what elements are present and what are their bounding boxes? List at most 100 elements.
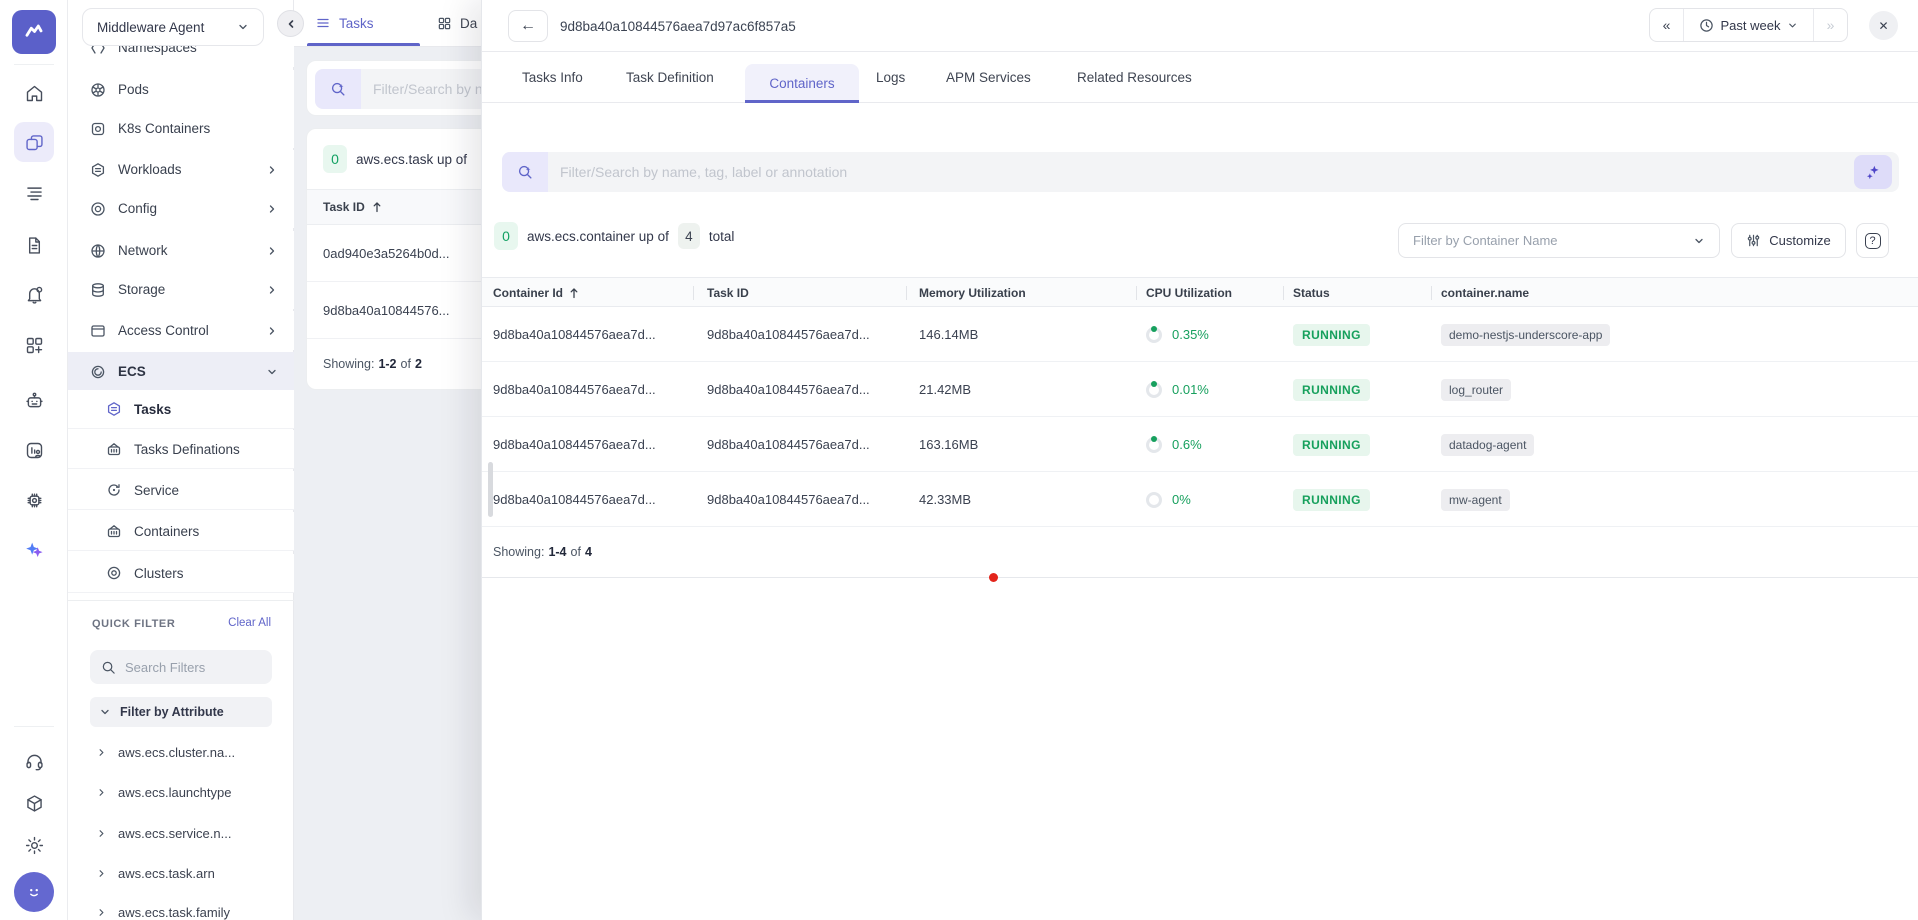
sidebar-item-network[interactable]: Network xyxy=(68,231,294,270)
sidebar-item-pods[interactable]: Pods xyxy=(68,70,294,109)
column-header-task-id[interactable]: Task ID xyxy=(707,278,749,308)
column-separator xyxy=(1431,286,1432,300)
cpu-donut-gauge xyxy=(1146,382,1162,398)
attribute-label: aws.ecs.cluster.na... xyxy=(118,745,235,760)
infrastructure-containers-icon[interactable] xyxy=(14,122,54,162)
logs-list-icon[interactable] xyxy=(14,172,54,212)
column-header-status[interactable]: Status xyxy=(1293,278,1330,308)
select-placeholder: Filter by Container Name xyxy=(1413,233,1558,248)
sidebar-item-workloads[interactable]: Workloads xyxy=(68,150,294,189)
cpu-value: 0.6% xyxy=(1172,437,1202,452)
status-cell: RUNNING xyxy=(1293,362,1370,417)
task-id-cell: 9d8ba40a10844576aea7d... xyxy=(707,472,870,527)
column-header-memory[interactable]: Memory Utilization xyxy=(919,278,1026,308)
close-icon: ✕ xyxy=(1878,19,1888,33)
sidebar-item-containers[interactable]: Containers xyxy=(68,512,294,551)
attribute-item[interactable]: aws.ecs.launchtype xyxy=(68,778,294,806)
container-id-cell: 9d8ba40a10844576aea7d... xyxy=(493,472,656,527)
tab-tasks[interactable]: Tasks xyxy=(315,0,374,46)
middleware-logo[interactable] xyxy=(12,10,56,54)
processor-chip-icon[interactable] xyxy=(14,480,54,520)
filter-by-container-name-select[interactable]: Filter by Container Name xyxy=(1398,223,1720,258)
container-row[interactable]: 9d8ba40a10844576aea7d... 9d8ba40a1084457… xyxy=(482,472,1918,527)
customize-label: Customize xyxy=(1769,233,1830,248)
tab-dashboard[interactable]: Da xyxy=(437,0,477,46)
tab-apm-services[interactable]: APM Services xyxy=(946,52,1031,102)
sidebar-item-ecs[interactable]: ECS xyxy=(68,352,294,391)
list-icon xyxy=(315,15,331,31)
bot-assistant-icon[interactable] xyxy=(14,380,54,420)
tab-related-resources[interactable]: Related Resources xyxy=(1077,52,1192,102)
sidebar-item-clusters[interactable]: Clusters xyxy=(68,554,294,593)
sidebar-item-label: Tasks xyxy=(134,402,171,417)
tab-task-definition[interactable]: Task Definition xyxy=(626,52,714,102)
customize-button[interactable]: Customize xyxy=(1731,223,1846,258)
ai-sparkle-icon[interactable] xyxy=(14,530,54,570)
tab-tasks-info[interactable]: Tasks Info xyxy=(522,52,583,102)
attribute-item[interactable]: aws.ecs.task.arn xyxy=(68,859,294,887)
chevron-right-icon xyxy=(266,245,278,257)
close-panel-button[interactable]: ✕ xyxy=(1869,11,1898,40)
sidebar-item-label: Containers xyxy=(134,524,199,539)
help-button[interactable]: ? xyxy=(1856,223,1889,258)
workspace-dropdown[interactable]: Middleware Agent xyxy=(82,8,264,46)
document-icon[interactable] xyxy=(14,225,54,265)
tasks-count-text: aws.ecs.task up of xyxy=(356,152,467,167)
containers-search-input[interactable]: Filter/Search by name, tag, label or ann… xyxy=(502,152,1899,192)
status-badge: RUNNING xyxy=(1293,489,1370,511)
search-filters-input[interactable]: Search Filters xyxy=(90,650,272,684)
alerts-bell-icon[interactable] xyxy=(14,274,54,314)
chevron-right-icon xyxy=(266,325,278,337)
sidebar-item-tasks-definations[interactable]: Tasks Definations xyxy=(68,430,294,469)
time-next-button[interactable]: » xyxy=(1813,9,1847,41)
sidebar-item-access-control[interactable]: Access Control xyxy=(68,311,294,350)
sidebar-item-label: Pods xyxy=(118,82,149,97)
sidebar-item-storage[interactable]: Storage xyxy=(68,270,294,309)
container-row[interactable]: 9d8ba40a10844576aea7d... 9d8ba40a1084457… xyxy=(482,417,1918,472)
sidebar-item-service[interactable]: Service xyxy=(68,471,294,510)
status-badge: RUNNING xyxy=(1293,434,1370,456)
column-label: CPU Utilization xyxy=(1146,286,1232,300)
back-button[interactable]: ← xyxy=(508,10,548,42)
column-separator xyxy=(906,286,907,300)
sidebar-collapse-button[interactable] xyxy=(277,10,304,37)
task-id-cell: 9d8ba40a10844576aea7d... xyxy=(707,417,870,472)
section-divider xyxy=(482,577,1918,578)
home-icon[interactable] xyxy=(14,73,54,113)
filter-by-attribute-header[interactable]: Filter by Attribute xyxy=(90,697,272,727)
container-row[interactable]: 9d8ba40a10844576aea7d... 9d8ba40a1084457… xyxy=(482,362,1918,417)
cpu-donut-gauge xyxy=(1146,437,1162,453)
column-header-cpu[interactable]: CPU Utilization xyxy=(1146,278,1232,308)
tab-logs[interactable]: Logs xyxy=(876,52,905,102)
container-row[interactable]: 9d8ba40a10844576aea7d... 9d8ba40a1084457… xyxy=(482,307,1918,362)
sidebar-item-tasks[interactable]: Tasks xyxy=(68,390,294,429)
time-prev-button[interactable]: « xyxy=(1650,9,1684,41)
support-headset-icon[interactable] xyxy=(14,741,54,781)
vertical-scrollbar-thumb[interactable] xyxy=(488,462,493,517)
time-range-dropdown[interactable]: Past week xyxy=(1684,9,1813,41)
settings-gear-icon[interactable] xyxy=(14,825,54,865)
tab-containers[interactable]: Containers xyxy=(745,64,859,103)
column-header-container-id[interactable]: Container Id xyxy=(493,278,579,308)
clear-all-link[interactable]: Clear All xyxy=(228,617,271,629)
task-id-value: 0ad940e3a5264b0d... xyxy=(323,246,450,261)
sidebar-item-k8s-containers[interactable]: K8s Containers xyxy=(68,109,294,148)
task-id-value: 9d8ba40a10844576... xyxy=(323,303,450,318)
attribute-item[interactable]: aws.ecs.service.n... xyxy=(68,819,294,847)
dashboards-grid-plus-icon[interactable] xyxy=(14,325,54,365)
user-avatar[interactable] xyxy=(14,872,54,912)
rum-user-analytics-icon[interactable] xyxy=(14,430,54,470)
memory-cell: 21.42MB xyxy=(919,362,971,417)
attribute-item[interactable]: aws.ecs.task.family xyxy=(68,898,294,920)
chevron-right-icon xyxy=(96,747,107,758)
ai-sparkles-button[interactable] xyxy=(1854,155,1892,189)
cpu-donut-gauge xyxy=(1146,327,1162,343)
column-header-container-name[interactable]: container.name xyxy=(1441,278,1529,308)
chevron-down-icon xyxy=(266,366,278,378)
sidebar-item-config[interactable]: Config xyxy=(68,189,294,228)
detail-tabbar: Tasks Info Task Definition Containers Lo… xyxy=(482,52,1918,103)
k8s-containers-icon xyxy=(90,121,106,137)
attribute-item[interactable]: aws.ecs.cluster.na... xyxy=(68,738,294,766)
containers-count-text: aws.ecs.container up of xyxy=(527,229,669,244)
package-box-icon[interactable] xyxy=(14,783,54,823)
